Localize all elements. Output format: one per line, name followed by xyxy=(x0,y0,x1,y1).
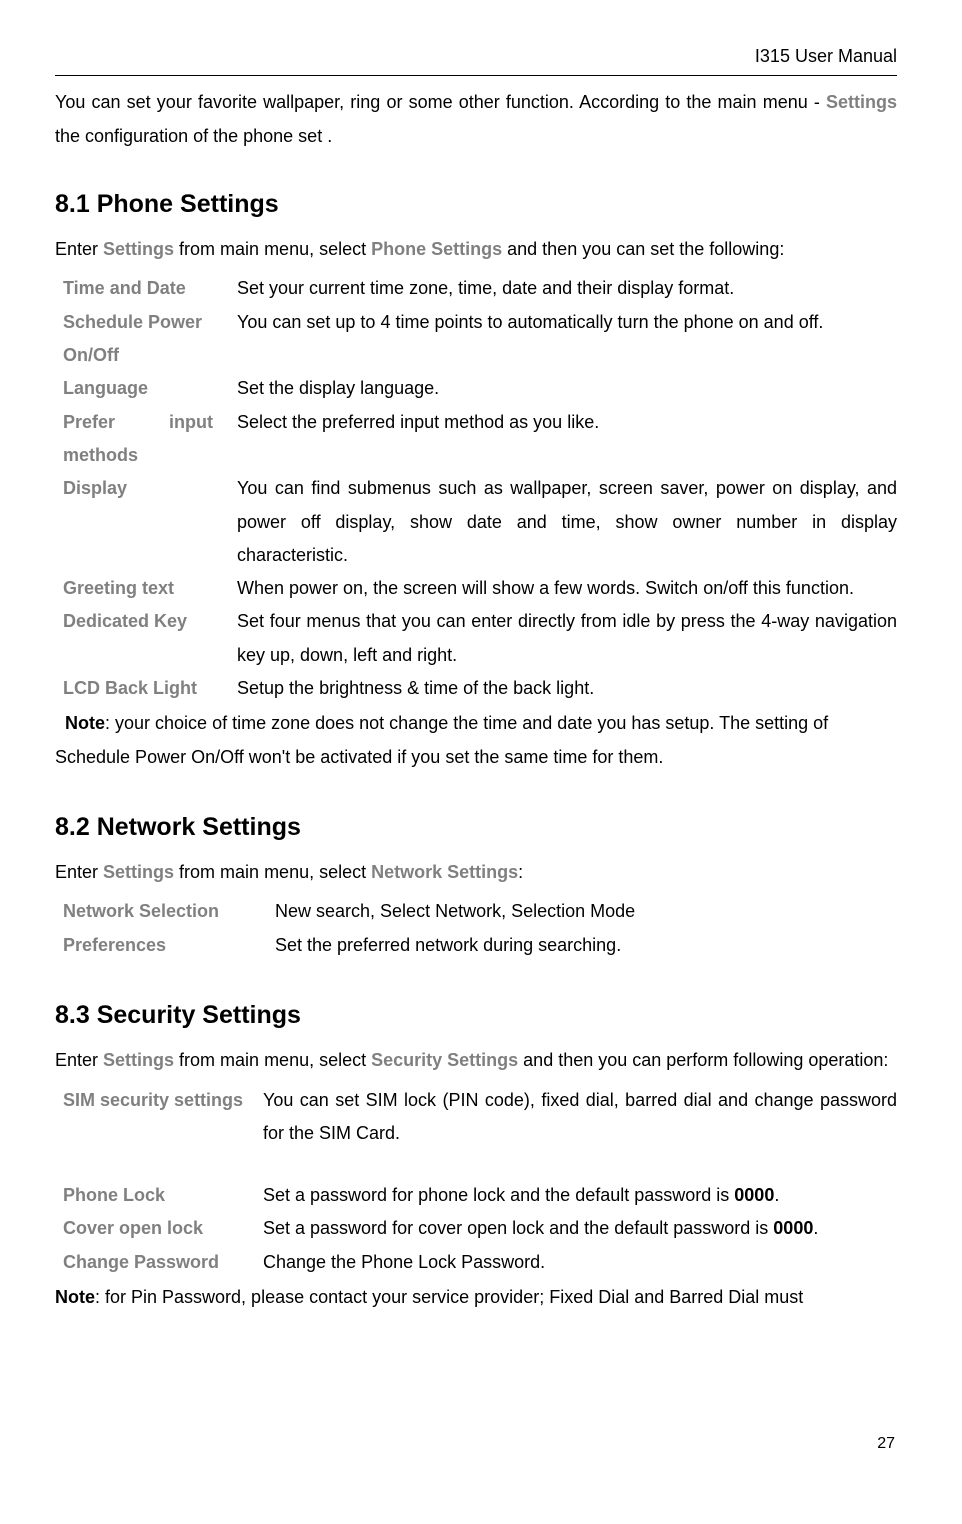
row-desc: Set the preferred network during searchi… xyxy=(275,929,897,962)
table-row: Phone Lock Set a password for phone lock… xyxy=(55,1179,897,1212)
table-row: Display You can find submenus such as wa… xyxy=(55,472,897,572)
note-83-text: : for Pin Password, please contact your … xyxy=(95,1287,803,1307)
table-row: Dedicated Key Set four menus that you ca… xyxy=(55,605,897,672)
row-label-blank xyxy=(55,1150,263,1179)
heading-82: 8.2 Network Settings xyxy=(55,804,897,850)
row-label: Dedicated Key xyxy=(55,605,237,672)
section-security-settings: 8.3 Security Settings Enter Settings fro… xyxy=(55,992,897,1314)
row-label: Network Selection xyxy=(55,895,275,928)
row-label-c: methods xyxy=(63,439,223,472)
table-row: Time and Date Set your current time zone… xyxy=(55,272,897,305)
row-desc: Set four menus that you can enter direct… xyxy=(237,605,897,672)
row-label: SIM security settings xyxy=(55,1084,263,1151)
row-label: Schedule Power On/Off xyxy=(55,306,237,373)
note-83: Note: for Pin Password, please contact y… xyxy=(55,1281,897,1314)
row-label: Phone Lock xyxy=(55,1179,263,1212)
row-desc: Set the display language. xyxy=(237,372,897,405)
row-desc-blank xyxy=(263,1150,897,1179)
row-desc-post: . xyxy=(774,1185,779,1205)
intro-81-post: and then you can set the following: xyxy=(502,239,784,259)
row-label-b: input xyxy=(169,406,213,439)
header-title: I315 User Manual xyxy=(755,46,897,66)
row-label: Time and Date xyxy=(55,272,237,305)
row-label: Language xyxy=(55,372,237,405)
table-row: Cover open lock Set a password for cover… xyxy=(55,1212,897,1245)
heading-81: 8.1 Phone Settings xyxy=(55,181,897,227)
row-desc: New search, Select Network, Selection Mo… xyxy=(275,895,897,928)
table-83: SIM security settings You can set SIM lo… xyxy=(55,1084,897,1279)
intro-83-link1: Settings xyxy=(103,1050,174,1070)
row-desc: Set a password for phone lock and the de… xyxy=(263,1179,897,1212)
note-81-label: Note xyxy=(65,713,105,733)
row-label: LCD Back Light xyxy=(55,672,237,705)
intro-83: Enter Settings from main menu, select Se… xyxy=(55,1044,897,1077)
row-label: Change Password xyxy=(55,1246,263,1279)
intro-settings-link: Settings xyxy=(826,92,897,112)
table-row: Network Selection New search, Select Net… xyxy=(55,895,897,928)
row-label: Greeting text xyxy=(55,572,237,605)
row-label: Cover open lock xyxy=(55,1212,263,1245)
intro-post: the configuration of the phone set . xyxy=(55,126,332,146)
section-phone-settings: 8.1 Phone Settings Enter Settings from m… xyxy=(55,181,897,774)
row-desc-post: . xyxy=(813,1218,818,1238)
row-desc: You can set up to 4 time points to autom… xyxy=(237,306,897,373)
page-number: 27 xyxy=(55,1429,897,1459)
intro-83-pre: Enter xyxy=(55,1050,103,1070)
row-desc-pre: Set a password for cover open lock and t… xyxy=(263,1218,773,1238)
intro-82-pre: Enter xyxy=(55,862,103,882)
intro-81-pre: Enter xyxy=(55,239,103,259)
intro-82-link2: Network Settings xyxy=(371,862,518,882)
intro-82: Enter Settings from main menu, select Ne… xyxy=(55,856,897,889)
table-row: Change Password Change the Phone Lock Pa… xyxy=(55,1246,897,1279)
row-desc-pre: Set a password for phone lock and the de… xyxy=(263,1185,734,1205)
table-row: Schedule Power On/Off You can set up to … xyxy=(55,306,897,373)
row-desc: Set your current time zone, time, date a… xyxy=(237,272,897,305)
row-label-a: Prefer xyxy=(63,406,115,439)
row-desc: Setup the brightness & time of the back … xyxy=(237,672,897,705)
row-desc-pw: 0000 xyxy=(773,1218,813,1238)
table-82: Network Selection New search, Select Net… xyxy=(55,895,897,962)
note-81: Note: your choice of time zone does not … xyxy=(55,707,897,774)
intro-83-post: and then you can perform following opera… xyxy=(518,1050,888,1070)
table-row: Preferences Set the preferred network du… xyxy=(55,929,897,962)
heading-83: 8.3 Security Settings xyxy=(55,992,897,1038)
row-desc: When power on, the screen will show a fe… xyxy=(237,572,897,605)
table-row: SIM security settings You can set SIM lo… xyxy=(55,1084,897,1151)
row-desc: You can find submenus such as wallpaper,… xyxy=(237,472,897,572)
table-81: Time and Date Set your current time zone… xyxy=(55,272,897,705)
page-intro: You can set your favorite wallpaper, rin… xyxy=(55,86,897,153)
table-row: LCD Back Light Setup the brightness & ti… xyxy=(55,672,897,705)
row-desc: Select the preferred input method as you… xyxy=(237,406,897,473)
intro-81-link1: Settings xyxy=(103,239,174,259)
intro-82-link1: Settings xyxy=(103,862,174,882)
page-header: I315 User Manual xyxy=(55,40,897,76)
intro-83-link2: Security Settings xyxy=(371,1050,518,1070)
row-desc: Change the Phone Lock Password. xyxy=(263,1246,897,1279)
row-desc: Set a password for cover open lock and t… xyxy=(263,1212,897,1245)
intro-81-mid: from main menu, select xyxy=(174,239,371,259)
intro-pre: You can set your favorite wallpaper, rin… xyxy=(55,92,826,112)
intro-82-mid: from main menu, select xyxy=(174,862,371,882)
intro-82-post: : xyxy=(518,862,523,882)
table-row: Language Set the display language. xyxy=(55,372,897,405)
table-row: Prefer input methods Select the preferre… xyxy=(55,406,897,473)
table-row: Greeting text When power on, the screen … xyxy=(55,572,897,605)
table-row-blank xyxy=(55,1150,897,1179)
section-network-settings: 8.2 Network Settings Enter Settings from… xyxy=(55,804,897,962)
intro-81-link2: Phone Settings xyxy=(371,239,502,259)
note-83-label: Note xyxy=(55,1287,95,1307)
intro-81: Enter Settings from main menu, select Ph… xyxy=(55,233,897,266)
row-desc: You can set SIM lock (PIN code), fixed d… xyxy=(263,1084,897,1151)
note-81-text: : your choice of time zone does not chan… xyxy=(55,713,828,766)
intro-83-mid: from main menu, select xyxy=(174,1050,371,1070)
row-label: Prefer input methods xyxy=(55,406,237,473)
row-label: Preferences xyxy=(55,929,275,962)
row-label: Display xyxy=(55,472,237,572)
row-desc-pw: 0000 xyxy=(734,1185,774,1205)
